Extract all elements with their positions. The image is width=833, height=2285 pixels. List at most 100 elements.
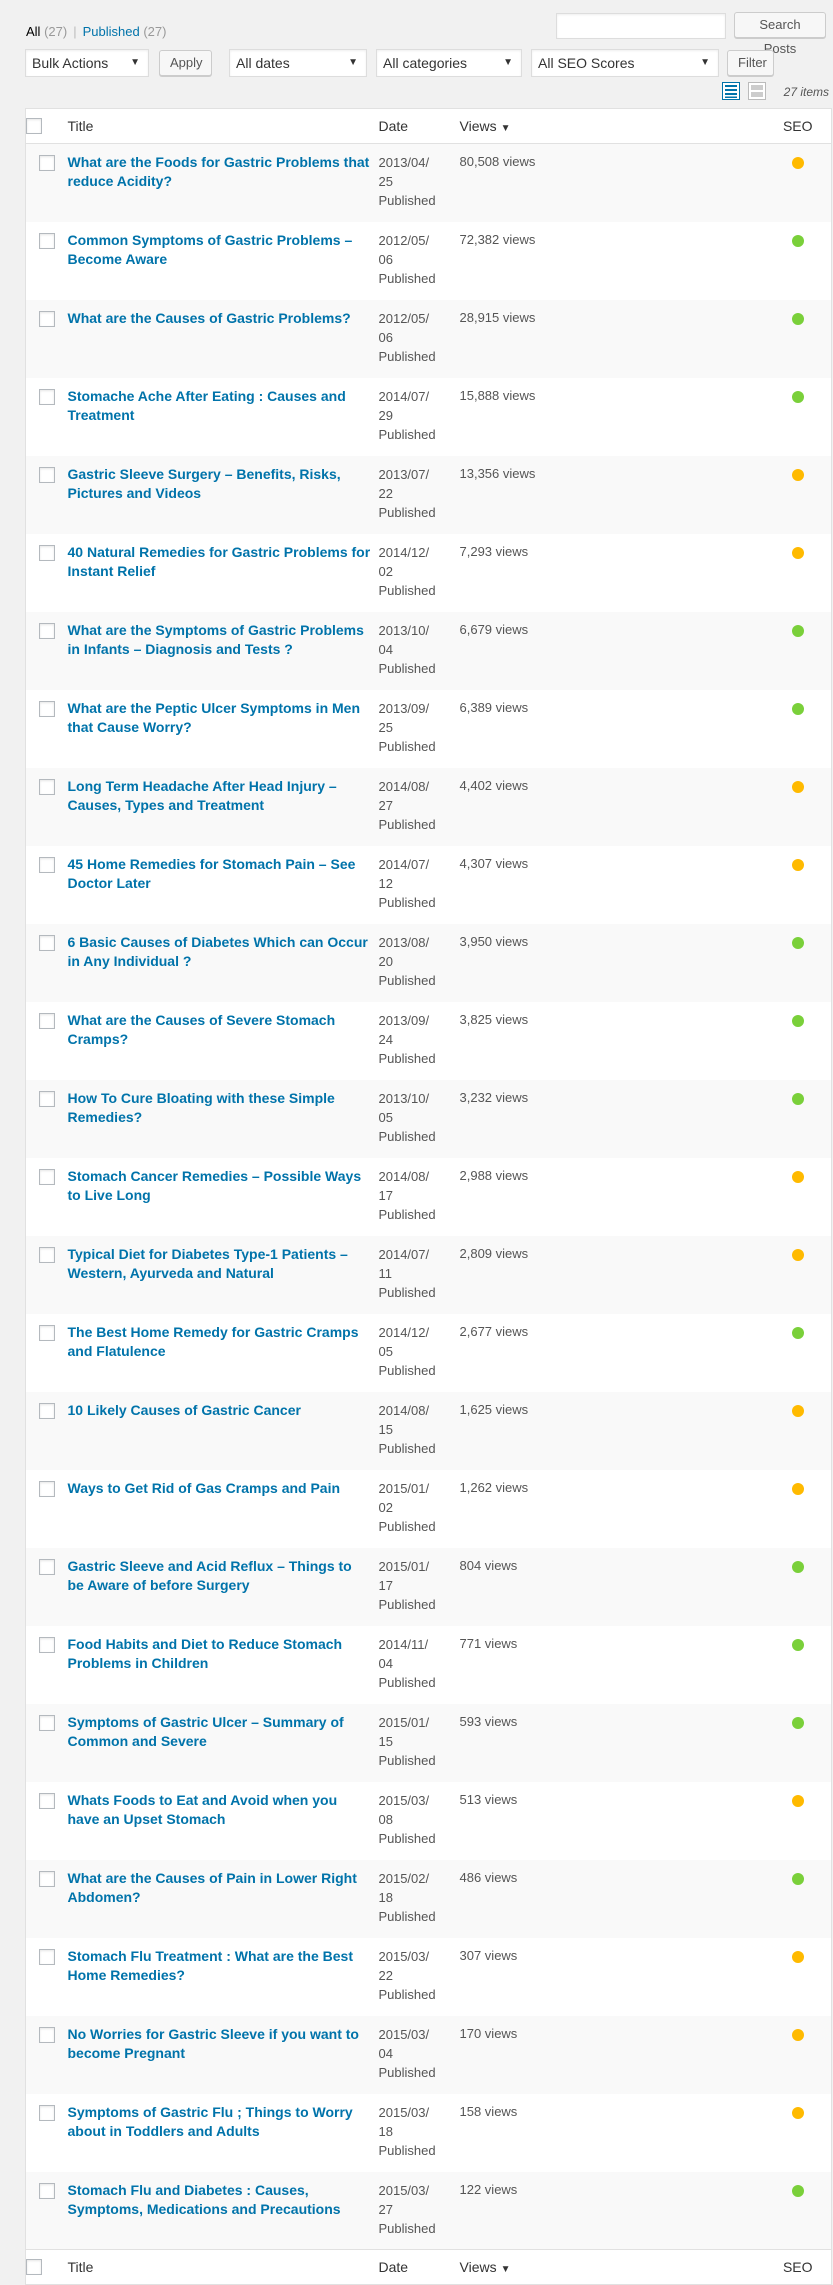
post-title-link[interactable]: What are the Causes of Severe Stomach Cr… [68, 1002, 379, 1049]
list-view-icon[interactable] [722, 82, 740, 100]
row-checkbox[interactable] [38, 934, 55, 951]
post-title-link[interactable]: Food Habits and Diet to Reduce Stomach P… [68, 1626, 379, 1673]
post-date-ym: 2013/10/ [378, 1090, 430, 1106]
row-checkbox[interactable] [38, 700, 55, 717]
row-checkbox[interactable] [38, 466, 55, 483]
select-all-checkbox[interactable] [26, 117, 42, 134]
post-title-link[interactable]: 6 Basic Causes of Diabetes Which can Occ… [68, 924, 379, 971]
table-row: Stomach Flu Treatment : What are the Bes… [26, 1938, 832, 2016]
row-checkbox[interactable] [38, 310, 55, 327]
post-title-link[interactable]: 40 Natural Remedies for Gastric Problems… [68, 534, 379, 581]
post-title-link[interactable]: Stomach Flu Treatment : What are the Bes… [68, 1938, 379, 1985]
row-checkbox[interactable] [38, 232, 55, 249]
post-title-link[interactable]: No Worries for Gastric Sleeve if you wan… [68, 2016, 379, 2063]
row-checkbox[interactable] [38, 1948, 55, 1965]
post-title-link[interactable]: What are the Peptic Ulcer Symptoms in Me… [68, 690, 379, 737]
post-title-link[interactable]: The Best Home Remedy for Gastric Cramps … [68, 1314, 379, 1361]
seo-score-cell [765, 2016, 832, 2094]
post-date-day: 02 [378, 563, 393, 579]
row-checkbox-cell [26, 1236, 68, 1314]
row-checkbox-cell [26, 1782, 68, 1860]
search-input[interactable] [556, 13, 726, 39]
row-checkbox[interactable] [38, 1168, 55, 1185]
filter-button[interactable]: Filter [727, 50, 774, 76]
post-status: Published [378, 426, 436, 442]
post-title-link[interactable]: Typical Diet for Diabetes Type-1 Patient… [68, 1236, 379, 1283]
post-title-link[interactable]: Common Symptoms of Gastric Problems – Be… [68, 222, 379, 269]
row-checkbox-cell [26, 612, 68, 690]
post-title-link[interactable]: What are the Causes of Pain in Lower Rig… [68, 1860, 379, 1907]
row-checkbox[interactable] [38, 1090, 55, 1107]
row-checkbox[interactable] [38, 1324, 55, 1341]
row-checkbox[interactable] [38, 388, 55, 405]
row-checkbox[interactable] [38, 1636, 55, 1653]
row-checkbox-cell [26, 690, 68, 768]
post-title-link[interactable]: Whats Foods to Eat and Avoid when you ha… [68, 1782, 379, 1829]
row-checkbox[interactable] [38, 1792, 55, 1809]
post-views: 13,356 views [459, 465, 536, 481]
row-checkbox-cell [26, 1080, 68, 1158]
post-date: 2014/08/17 Published [379, 1158, 460, 1236]
post-title-link[interactable]: Symptoms of Gastric Flu ; Things to Worr… [68, 2094, 379, 2141]
row-checkbox[interactable] [38, 622, 55, 639]
row-checkbox[interactable] [38, 778, 55, 795]
post-title-link[interactable]: What are the Foods for Gastric Problems … [68, 144, 379, 191]
post-title-link[interactable]: Symptoms of Gastric Ulcer – Summary of C… [68, 1704, 379, 1751]
row-checkbox[interactable] [38, 2104, 55, 2121]
row-checkbox[interactable] [38, 1558, 55, 1575]
row-checkbox[interactable] [38, 1714, 55, 1731]
select-all-cell-footer [25, 2249, 68, 2285]
row-checkbox[interactable] [38, 2182, 55, 2199]
post-title-link[interactable]: 10 Likely Causes of Gastric Cancer [68, 1392, 379, 1420]
apply-button[interactable]: Apply [159, 50, 212, 76]
row-checkbox[interactable] [38, 1870, 55, 1887]
post-title-link[interactable]: What are the Causes of Gastric Problems? [68, 300, 379, 328]
row-checkbox[interactable] [38, 155, 55, 171]
post-title-link[interactable]: How To Cure Bloating with these Simple R… [68, 1080, 379, 1127]
select-all-checkbox-footer[interactable] [26, 2258, 42, 2275]
filter-all-link[interactable]: All (27) [26, 24, 67, 39]
row-checkbox-cell [26, 768, 68, 846]
row-checkbox[interactable] [38, 544, 55, 561]
search-posts-button[interactable]: Search Posts [734, 12, 826, 56]
column-views-footer[interactable]: Views ▼ [459, 2249, 765, 2285]
seo-score-cell [765, 222, 832, 300]
column-date[interactable]: Date [378, 108, 460, 144]
post-title-link[interactable]: Gastric Sleeve and Acid Reflux – Things … [68, 1548, 379, 1595]
filter-published-link[interactable]: Published (27) [83, 24, 167, 39]
status-filter-links: All (27) | Published (27) [26, 24, 167, 39]
excerpt-view-icon[interactable] [748, 82, 766, 100]
post-title-link[interactable]: Gastric Sleeve Surgery – Benefits, Risks… [68, 456, 379, 503]
post-title-link[interactable]: Stomach Cancer Remedies – Possible Ways … [68, 1158, 379, 1205]
column-seo-footer[interactable]: SEO [764, 2249, 832, 2285]
row-checkbox[interactable] [38, 1402, 55, 1419]
post-title-link[interactable]: Long Term Headache After Head Injury – C… [68, 768, 379, 815]
row-checkbox[interactable] [38, 1480, 55, 1497]
column-seo[interactable]: SEO [764, 108, 832, 144]
post-title-link[interactable]: 45 Home Remedies for Stomach Pain – See … [68, 846, 379, 893]
row-checkbox[interactable] [38, 2026, 55, 2043]
bulk-actions-select[interactable]: Bulk Actions ▼ [25, 49, 149, 77]
row-checkbox[interactable] [38, 1246, 55, 1263]
seo-scores-select[interactable]: All SEO Scores ▼ [531, 49, 719, 77]
post-date: 2013/10/04 Published [379, 612, 460, 690]
post-status: Published [378, 504, 436, 520]
post-views: 4,402 views [459, 777, 529, 793]
column-date-footer[interactable]: Date [378, 2249, 460, 2285]
categories-select[interactable]: All categories ▼ [376, 49, 522, 77]
column-title[interactable]: Title [67, 108, 379, 144]
post-title-link[interactable]: What are the Symptoms of Gastric Problem… [68, 612, 379, 659]
post-date: 2012/05/06 Published [379, 300, 460, 378]
post-date-ym: 2015/03/ [378, 2182, 430, 2198]
row-checkbox[interactable] [38, 856, 55, 873]
dates-select[interactable]: All dates ▼ [229, 49, 367, 77]
column-title-footer[interactable]: Title [67, 2249, 379, 2285]
post-title-link[interactable]: Stomach Flu and Diabetes : Causes, Sympt… [68, 2172, 379, 2219]
post-status: Published [378, 2220, 436, 2236]
post-date: 2014/07/12 Published [379, 846, 460, 924]
post-title-link[interactable]: Stomache Ache After Eating : Causes and … [68, 378, 379, 425]
table-row: Symptoms of Gastric Ulcer – Summary of C… [25, 1703, 832, 1782]
row-checkbox[interactable] [38, 1012, 55, 1029]
post-title-link[interactable]: Ways to Get Rid of Gas Cramps and Pain [68, 1470, 379, 1498]
column-views[interactable]: Views ▼ [459, 108, 765, 144]
